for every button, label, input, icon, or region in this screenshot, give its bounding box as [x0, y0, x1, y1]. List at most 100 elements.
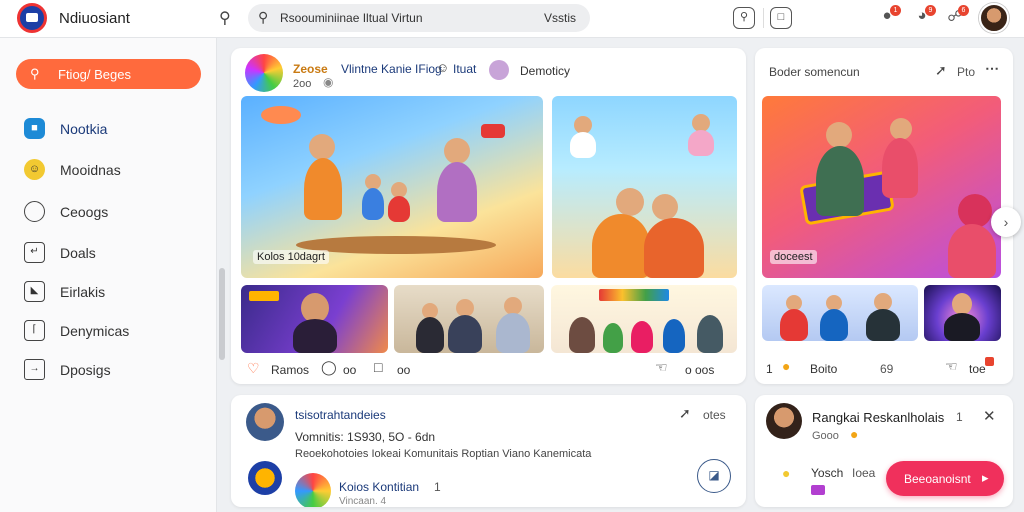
toolbar-divider: [763, 8, 764, 28]
author-avatar[interactable]: [246, 403, 284, 441]
side-thumbnail-1[interactable]: [762, 285, 918, 341]
share-icon[interactable]: ➚: [935, 62, 947, 79]
hero-caption: Kolos 10dagrt: [253, 250, 329, 264]
sidebar: ⚲ Ftiog/ Beges ■ Nootkia ☺ Mooidnas Ceoo…: [0, 38, 217, 512]
search-input[interactable]: ⚲ Rsoouminiinae Iltual Virtun Vsstis: [248, 4, 590, 32]
suggestion-meta: Gooo: [812, 430, 839, 442]
comment-meta: Vincaan. 4: [339, 496, 387, 507]
sidebar-item-label: Nootkia: [60, 121, 108, 137]
bottom-post-card: tsisotrahtandeies ➚ otes Vomnitis: 1S930…: [231, 395, 746, 507]
app-logo[interactable]: [17, 3, 47, 33]
author-avatar[interactable]: [245, 54, 283, 92]
emoji-icon: ☺: [436, 60, 450, 75]
cta-button-label: Beeoanoisnt: [904, 472, 971, 486]
sidebar-item-label: Ceoogs: [60, 204, 109, 220]
thumbnail-2[interactable]: [394, 285, 544, 353]
side-post-card: Boder somencun ➚ Pto ⋯ doceest 1 ● Boito…: [755, 48, 1013, 384]
side-thumbnail-2[interactable]: [924, 285, 1001, 341]
side-share-label[interactable]: Pto: [957, 65, 975, 79]
sidebar-item-label: Eirlakis: [60, 284, 106, 300]
suggestion-avatar[interactable]: [766, 403, 802, 439]
community-logo[interactable]: [248, 461, 282, 495]
frame-icon: ⌈: [24, 320, 45, 341]
side-post-header: Boder somencun: [769, 65, 860, 79]
more-options-icon[interactable]: ⋯: [985, 60, 999, 77]
side-share-button[interactable]: toe: [969, 362, 986, 376]
camera-icon[interactable]: ⚲: [733, 7, 755, 29]
sidebar-item-frames[interactable]: ⌈ Denymicas: [0, 314, 215, 346]
comment-icon[interactable]: ◯: [321, 359, 337, 376]
suggestion-item-value: Ioea: [852, 466, 876, 480]
post-image-celebration[interactable]: [552, 96, 737, 278]
messages-icon[interactable]: ◕ 9: [911, 5, 936, 29]
sidebar-item-label: Doals: [60, 245, 96, 261]
thumbs-up-icon[interactable]: ☜: [945, 358, 958, 375]
hero-image[interactable]: Kolos 10dagrt: [241, 96, 543, 278]
views-count: o oos: [685, 363, 715, 377]
create-button-label: Ftiog/ Beges: [58, 67, 131, 82]
scrollbar[interactable]: [219, 268, 225, 360]
mention-avatar[interactable]: [489, 60, 509, 80]
bottom-post-stats: Vomnitis: 1S930, 5O - 6dn: [295, 430, 436, 444]
comment-count: oo: [343, 363, 357, 377]
search-filter-label[interactable]: Vsstis: [544, 11, 576, 25]
create-button[interactable]: ⚲ Ftiog/ Beges: [16, 59, 201, 89]
side-post-caption: doceest: [770, 250, 817, 264]
share-icon[interactable]: □: [374, 359, 382, 375]
bottom-post-author[interactable]: tsisotrahtandeies: [295, 408, 386, 422]
arrow-right-icon: ▸: [982, 470, 989, 485]
side-badge: [985, 357, 994, 366]
sidebar-item-mail[interactable]: → Dposigs: [0, 353, 215, 385]
commenter-avatar[interactable]: [295, 473, 331, 507]
bottom-post-text: Reoekohotoies Iokeai Komunitais Roptian …: [295, 448, 592, 460]
search-input-value: Rsoouminiinae Iltual Virtun: [280, 11, 423, 25]
side-post-image[interactable]: doceest: [762, 96, 1001, 278]
post-meta-right: Demoticy: [520, 64, 571, 78]
bottom-share-label[interactable]: otes: [703, 408, 726, 422]
lock-icon[interactable]: ◪: [697, 459, 731, 493]
messages-badge: 9: [925, 5, 936, 16]
post-meta: 2oo: [293, 78, 312, 90]
close-icon[interactable]: ✕: [983, 407, 996, 425]
side-like-button[interactable]: Boito: [810, 362, 837, 376]
chat-icon: [24, 201, 45, 222]
star-icon: ●: [782, 465, 791, 481]
home-icon: ■: [24, 118, 45, 139]
sidebar-item-images[interactable]: ◣ Eirlakis: [0, 275, 215, 307]
thumbnail-3[interactable]: [551, 285, 737, 353]
share-count: oo: [397, 363, 411, 377]
thumbnail-1[interactable]: [241, 285, 388, 353]
user-avatar[interactable]: [979, 3, 1009, 33]
alerts-icon[interactable]: ☍ 6: [944, 5, 969, 29]
top-bar: Ndiuosiant ⚲ ⚲ Rsoouminiinae Iltual Virt…: [0, 0, 1024, 38]
search-icon[interactable]: ⚲: [219, 8, 231, 28]
sidebar-item-chat[interactable]: Ceoogs: [0, 195, 215, 227]
sidebar-item-emoji[interactable]: ☺ Mooidnas: [0, 153, 215, 185]
like-button[interactable]: Ramos: [271, 363, 309, 377]
next-arrow-icon[interactable]: ›: [991, 207, 1021, 237]
mail-icon: →: [24, 359, 45, 380]
sidebar-item-label: Mooidnas: [60, 162, 121, 178]
post-author[interactable]: Zeose: [293, 62, 328, 76]
notification-badge: 1: [890, 5, 901, 16]
suggestion-count: 1: [956, 410, 963, 424]
emoji-icon[interactable]: ●: [782, 358, 790, 374]
sidebar-item-documents[interactable]: ↵ Doals: [0, 236, 215, 268]
post-card: Zeose Vlintne Kanie IFiog ☺ Ituat 2oo ◉ …: [231, 48, 746, 384]
document-icon: ↵: [24, 242, 45, 263]
image-icon: ◣: [24, 281, 45, 302]
share-icon[interactable]: ➚: [679, 405, 691, 422]
sidebar-item-label: Dposigs: [60, 362, 111, 378]
notification-bell-icon[interactable]: ● 1: [876, 5, 901, 29]
globe-icon: ◉: [323, 75, 334, 89]
comment-author[interactable]: Koios Kontitian: [339, 480, 419, 494]
suggestion-title: Rangkai Reskanlholais: [812, 410, 945, 425]
search-icon: ⚲: [258, 9, 269, 25]
bookmark-icon[interactable]: □: [770, 7, 792, 29]
post-tag: Ituat: [453, 62, 477, 76]
sidebar-item-home[interactable]: ■ Nootkia: [0, 112, 215, 144]
thumbs-up-icon[interactable]: ☜: [655, 359, 668, 376]
heart-icon[interactable]: ♡: [247, 360, 260, 377]
emoji-icon: ☺: [24, 159, 45, 180]
cta-button[interactable]: Beeoanoisnt ▸: [886, 461, 1004, 496]
